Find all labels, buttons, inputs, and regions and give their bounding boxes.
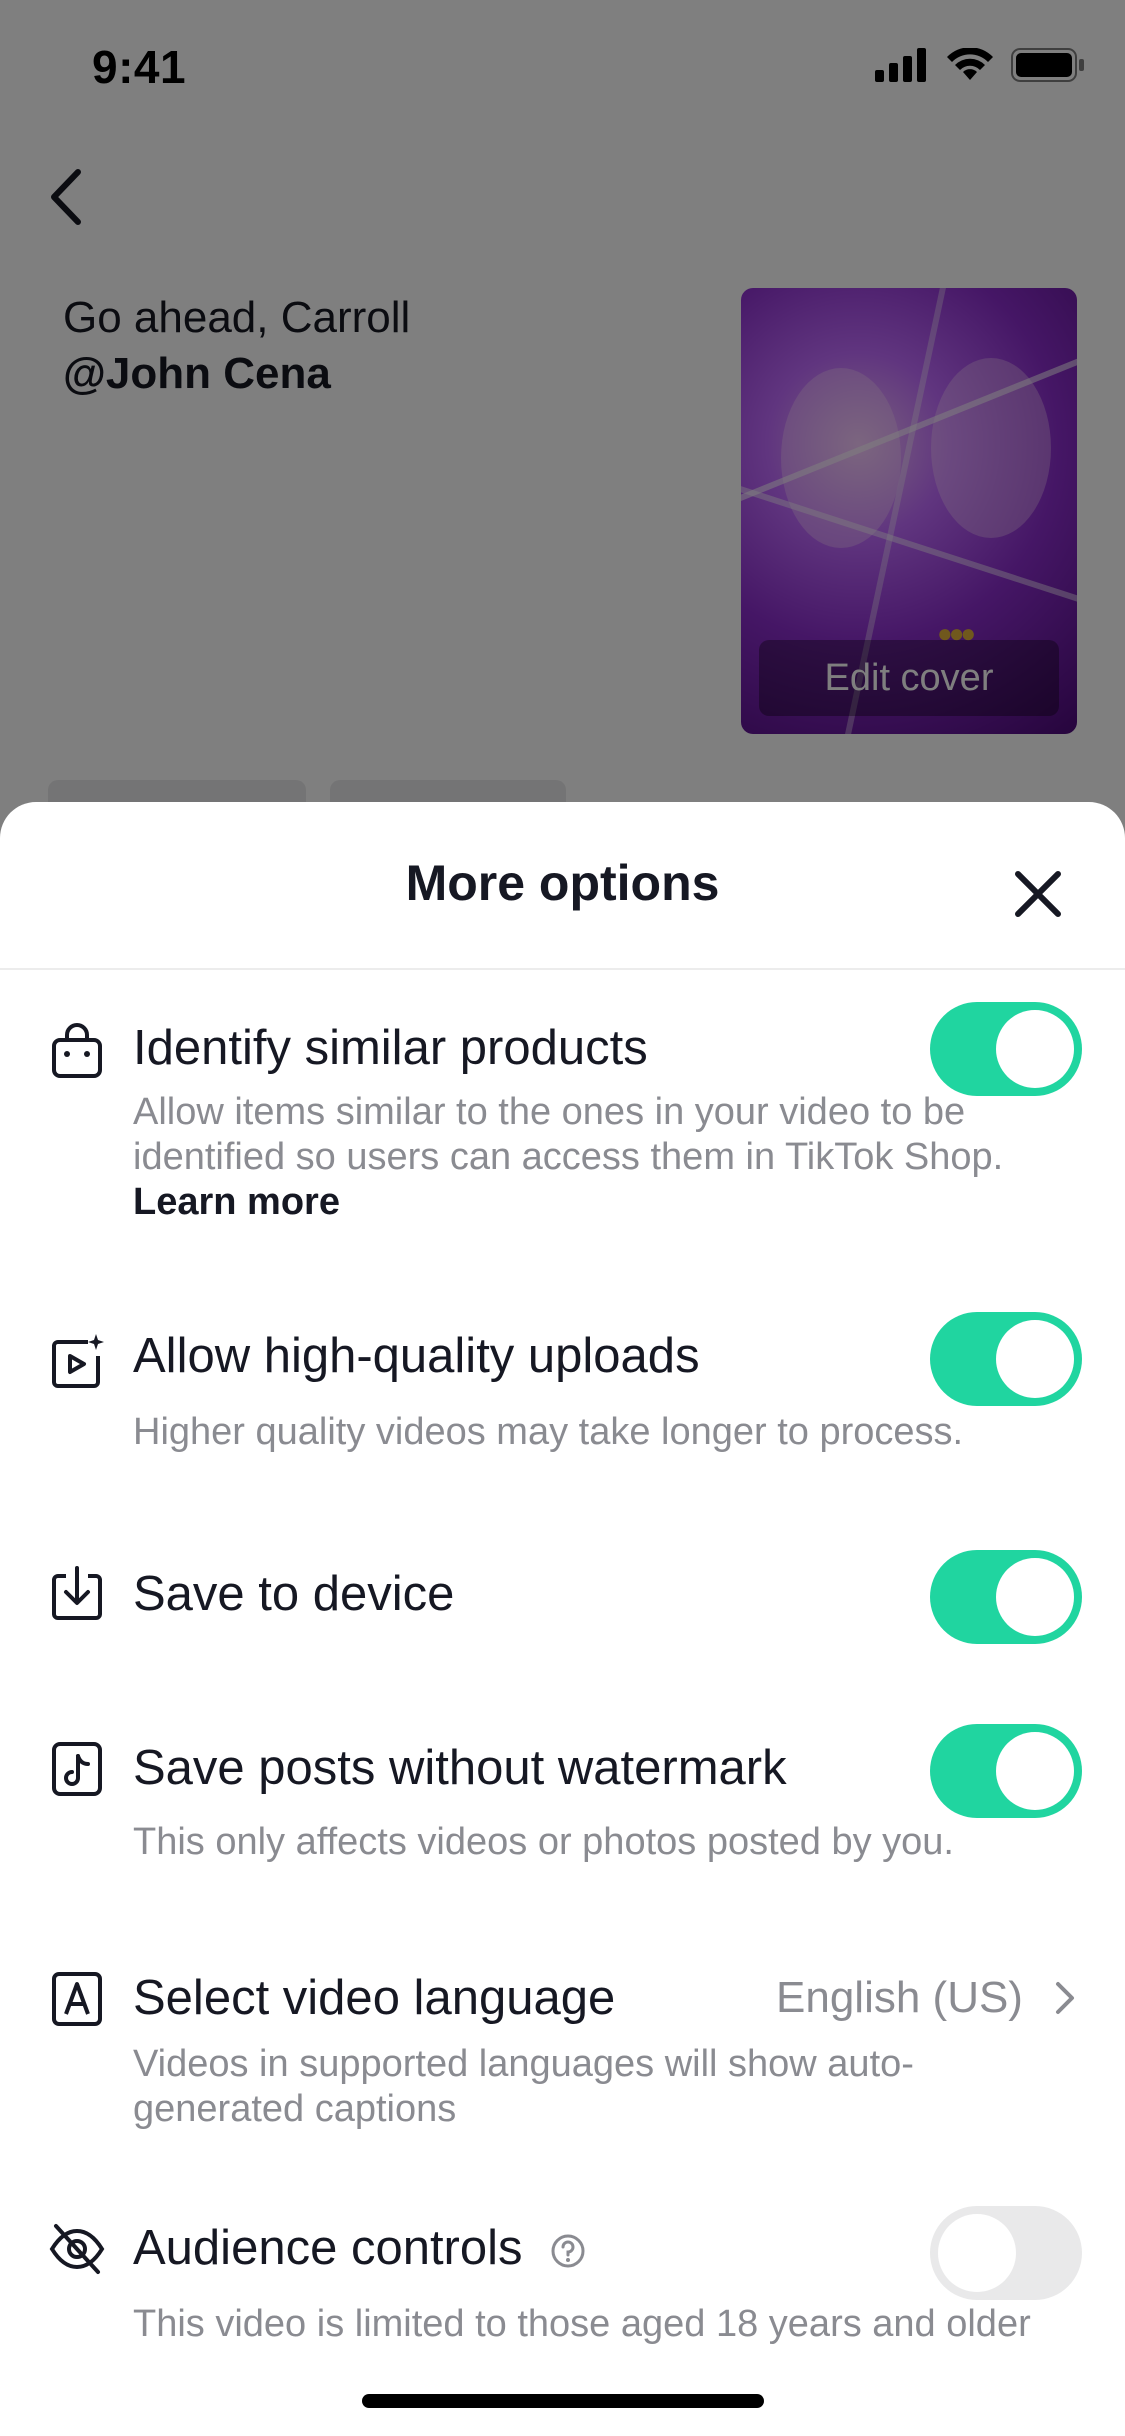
eye-slash-icon: [49, 2224, 105, 2274]
language-a-icon: [52, 1972, 102, 2026]
option-title: Save to device: [133, 1567, 455, 1621]
save-without-watermark-toggle[interactable]: [930, 1724, 1082, 1818]
chevron-right-icon[interactable]: [1050, 1978, 1080, 2018]
home-indicator[interactable]: [362, 2394, 764, 2408]
option-identify-similar-products: Identify similar products Allow items si…: [0, 992, 1125, 1242]
learn-more-link[interactable]: Learn more: [133, 1180, 1063, 1225]
hq-video-icon: [52, 1334, 104, 1388]
save-to-device-toggle[interactable]: [930, 1550, 1082, 1644]
toggle-knob: [996, 1320, 1074, 1398]
toggle-knob: [996, 1732, 1074, 1810]
option-description: Higher quality videos may take longer to…: [133, 1411, 964, 1453]
identify-products-toggle[interactable]: [930, 1002, 1082, 1096]
option-title: Save posts without watermark: [133, 1741, 787, 1795]
option-title-row: Audience controls: [133, 2218, 586, 2278]
tiktok-note-icon: [52, 1742, 102, 1796]
high-quality-uploads-toggle[interactable]: [930, 1312, 1082, 1406]
option-title: Select video language: [133, 1971, 616, 2025]
download-icon: [52, 1566, 102, 1620]
toggle-knob: [996, 1010, 1074, 1088]
close-icon[interactable]: [1006, 862, 1070, 926]
option-description: Videos in supported languages will show …: [133, 2043, 914, 2130]
option-save-to-device: Save to device: [0, 1542, 1125, 1652]
option-title: Allow high-quality uploads: [133, 1329, 700, 1383]
selected-language-value[interactable]: English (US): [776, 1968, 1023, 2028]
sheet-header: More options: [0, 802, 1125, 970]
option-select-video-language[interactable]: Select video language English (US) Video…: [0, 1952, 1125, 2142]
option-title: Audience controls: [133, 2221, 523, 2275]
option-title: Identify similar products: [133, 1021, 648, 1075]
option-description-text: Allow items similar to the ones in your …: [133, 1091, 1004, 1178]
question-circle-icon[interactable]: [550, 2233, 586, 2269]
option-high-quality-uploads: Allow high-quality uploads Higher qualit…: [0, 1302, 1125, 1462]
audience-controls-toggle[interactable]: [930, 2206, 1082, 2300]
option-description: This only affects videos or photos poste…: [133, 1821, 954, 1863]
option-audience-controls: Audience controls This video is limited …: [0, 2198, 1125, 2398]
toggle-knob: [996, 1558, 1074, 1636]
more-options-sheet: More options Identify similar products A…: [0, 802, 1125, 2436]
sheet-title: More options: [405, 855, 720, 911]
toggle-knob: [938, 2214, 1016, 2292]
option-save-without-watermark: Save posts without watermark This only a…: [0, 1716, 1125, 1876]
shopping-bag-icon: [52, 1023, 102, 1078]
option-description: This video is limited to those aged 18 y…: [133, 2303, 1031, 2345]
option-description: Allow items similar to the ones in your …: [133, 1090, 1063, 1225]
